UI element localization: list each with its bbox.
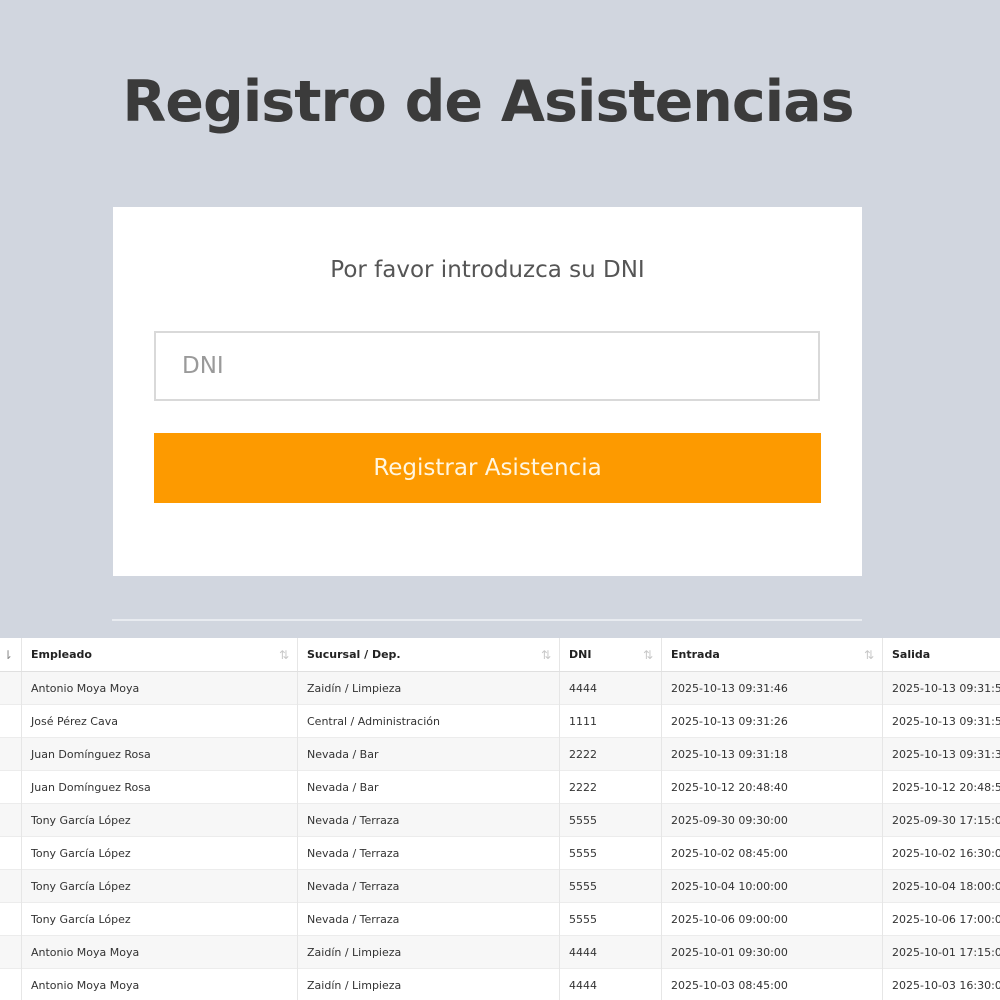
cell-empleado: Tony García López (21, 902, 298, 936)
sort-icon: ⇅ (863, 647, 874, 662)
table-row: Tony García López Nevada / Terraza 5555 … (0, 869, 1000, 903)
column-header-label: Sucursal / Dep. (307, 648, 401, 661)
table-row: Antonio Moya Moya Zaidín / Limpieza 4444… (0, 968, 1000, 1000)
table-header-row: ⇂ Empleado ⇅ Sucursal / Dep. ⇅ DNI ⇅ Ent… (0, 638, 1000, 672)
cell-dni: 5555 (559, 902, 662, 936)
cell-dni: 4444 (559, 968, 662, 1000)
cell-dni: 5555 (559, 803, 662, 837)
sort-desc-icon: ⇂ (3, 647, 14, 662)
cell-empleado: Juan Domínguez Rosa (21, 770, 298, 804)
register-attendance-button[interactable]: Registrar Asistencia (154, 433, 821, 503)
cell-empleado: Tony García López (21, 869, 298, 903)
cell-salida: 2025-10-13 09:31:31 (882, 737, 1000, 771)
cell-salida: 2025-10-13 09:31:51 (882, 671, 1000, 705)
divider (112, 619, 862, 621)
row-index-cell (0, 869, 22, 903)
cell-entrada: 2025-10-12 20:48:40 (661, 770, 883, 804)
attendance-table: ⇂ Empleado ⇅ Sucursal / Dep. ⇅ DNI ⇅ Ent… (0, 638, 1000, 1000)
cell-salida: 2025-10-04 18:00:00 (882, 869, 1000, 903)
attendance-form-card: Por favor introduzca su DNI Registrar As… (113, 207, 862, 576)
cell-entrada: 2025-10-01 09:30:00 (661, 935, 883, 969)
cell-entrada: 2025-10-02 08:45:00 (661, 836, 883, 870)
column-header-label: Salida (892, 648, 931, 661)
cell-salida: 2025-10-13 09:31:56 (882, 704, 1000, 738)
sort-icon: ⇅ (642, 647, 653, 662)
row-index-cell (0, 836, 22, 870)
row-index-cell (0, 704, 22, 738)
table-row: Tony García López Nevada / Terraza 5555 … (0, 803, 1000, 837)
table-row: Tony García López Nevada / Terraza 5555 … (0, 902, 1000, 936)
cell-sucursal: Nevada / Terraza (297, 869, 560, 903)
cell-entrada: 2025-09-30 09:30:00 (661, 803, 883, 837)
cell-empleado: Antonio Moya Moya (21, 935, 298, 969)
table-row: Antonio Moya Moya Zaidín / Limpieza 4444… (0, 935, 1000, 969)
column-header-label: Entrada (671, 648, 720, 661)
dni-input[interactable] (154, 331, 820, 401)
row-index-cell (0, 737, 22, 771)
cell-sucursal: Nevada / Terraza (297, 836, 560, 870)
cell-sucursal: Nevada / Bar (297, 770, 560, 804)
column-header-sucursal[interactable]: Sucursal / Dep. ⇅ (297, 638, 560, 672)
row-index-cell (0, 968, 22, 1000)
table-row: Juan Domínguez Rosa Nevada / Bar 2222 20… (0, 737, 1000, 771)
row-index-cell (0, 902, 22, 936)
table-body: Antonio Moya Moya Zaidín / Limpieza 4444… (0, 671, 1000, 1000)
cell-salida: 2025-10-06 17:00:00 (882, 902, 1000, 936)
cell-dni: 2222 (559, 770, 662, 804)
cell-dni: 4444 (559, 935, 662, 969)
column-header-dni[interactable]: DNI ⇅ (559, 638, 662, 672)
row-index-cell (0, 803, 22, 837)
table-row: Antonio Moya Moya Zaidín / Limpieza 4444… (0, 671, 1000, 705)
dni-prompt: Por favor introduzca su DNI (330, 257, 645, 283)
sort-icon: ⇅ (278, 647, 289, 662)
cell-empleado: Tony García López (21, 803, 298, 837)
cell-sucursal: Zaidín / Limpieza (297, 968, 560, 1000)
cell-sucursal: Nevada / Terraza (297, 803, 560, 837)
table-row: Juan Domínguez Rosa Nevada / Bar 2222 20… (0, 770, 1000, 804)
cell-sucursal: Nevada / Terraza (297, 902, 560, 936)
column-header-index[interactable]: ⇂ (0, 638, 22, 672)
cell-empleado: Antonio Moya Moya (21, 968, 298, 1000)
column-header-entrada[interactable]: Entrada ⇅ (661, 638, 883, 672)
cell-dni: 2222 (559, 737, 662, 771)
row-index-cell (0, 671, 22, 705)
table-row: Tony García López Nevada / Terraza 5555 … (0, 836, 1000, 870)
column-header-label: Empleado (31, 648, 92, 661)
cell-empleado: José Pérez Cava (21, 704, 298, 738)
cell-entrada: 2025-10-13 09:31:46 (661, 671, 883, 705)
cell-dni: 5555 (559, 836, 662, 870)
row-index-cell (0, 935, 22, 969)
column-header-label: DNI (569, 648, 592, 661)
cell-sucursal: Central / Administración (297, 704, 560, 738)
cell-salida: 2025-10-03 16:30:00 (882, 968, 1000, 1000)
column-header-salida[interactable]: Salida (882, 638, 1000, 672)
cell-entrada: 2025-10-13 09:31:18 (661, 737, 883, 771)
cell-empleado: Antonio Moya Moya (21, 671, 298, 705)
cell-dni: 1111 (559, 704, 662, 738)
cell-sucursal: Zaidín / Limpieza (297, 935, 560, 969)
cell-entrada: 2025-10-03 08:45:00 (661, 968, 883, 1000)
cell-salida: 2025-10-12 20:48:52 (882, 770, 1000, 804)
column-header-empleado[interactable]: Empleado ⇅ (21, 638, 298, 672)
cell-entrada: 2025-10-06 09:00:00 (661, 902, 883, 936)
sort-icon: ⇅ (540, 647, 551, 662)
row-index-cell (0, 770, 22, 804)
cell-dni: 5555 (559, 869, 662, 903)
attendance-table-container: ⇂ Empleado ⇅ Sucursal / Dep. ⇅ DNI ⇅ Ent… (0, 638, 1000, 1000)
page: Registro de Asistencias Por favor introd… (0, 0, 1000, 1000)
cell-salida: 2025-10-01 17:15:00 (882, 935, 1000, 969)
page-title: Registro de Asistencias (122, 69, 854, 135)
cell-entrada: 2025-10-13 09:31:26 (661, 704, 883, 738)
cell-dni: 4444 (559, 671, 662, 705)
cell-empleado: Tony García López (21, 836, 298, 870)
cell-sucursal: Zaidín / Limpieza (297, 671, 560, 705)
table-row: José Pérez Cava Central / Administración… (0, 704, 1000, 738)
cell-empleado: Juan Domínguez Rosa (21, 737, 298, 771)
cell-salida: 2025-09-30 17:15:00 (882, 803, 1000, 837)
cell-salida: 2025-10-02 16:30:00 (882, 836, 1000, 870)
cell-entrada: 2025-10-04 10:00:00 (661, 869, 883, 903)
cell-sucursal: Nevada / Bar (297, 737, 560, 771)
